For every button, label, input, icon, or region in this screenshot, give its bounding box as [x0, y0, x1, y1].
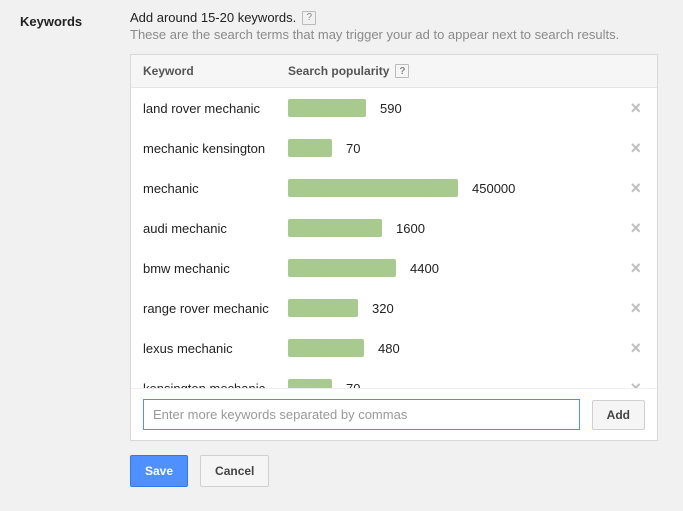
popularity-value: 4400: [410, 261, 439, 276]
remove-icon[interactable]: ×: [626, 219, 645, 237]
popularity-value: 1600: [396, 221, 425, 236]
table-row: kensington mechanic 70 ×: [131, 368, 657, 388]
add-button[interactable]: Add: [592, 400, 645, 430]
keywords-list: land rover mechanic590×mechanic kensingt…: [131, 88, 657, 388]
table-row: mechanic 450000 ×: [131, 168, 657, 208]
keyword-term: mechanic: [143, 181, 288, 196]
keyword-term: audi mechanic: [143, 221, 288, 236]
help-icon[interactable]: ?: [395, 64, 409, 78]
remove-icon[interactable]: ×: [626, 139, 645, 157]
header-keyword: Keyword: [143, 64, 288, 78]
header-popularity: Search popularity: [288, 64, 389, 78]
keyword-term: range rover mechanic: [143, 301, 288, 316]
popularity-cell: 1600: [288, 219, 626, 237]
popularity-bar: [288, 179, 458, 197]
popularity-cell: 480: [288, 339, 626, 357]
instruction-text: Add around 15-20 keywords.: [130, 10, 296, 25]
table-row: bmw mechanic 4400 ×: [131, 248, 657, 288]
popularity-value: 480: [378, 341, 400, 356]
remove-icon[interactable]: ×: [626, 339, 645, 357]
remove-icon[interactable]: ×: [626, 299, 645, 317]
keyword-term: bmw mechanic: [143, 261, 288, 276]
remove-icon[interactable]: ×: [626, 379, 645, 388]
popularity-value: 590: [380, 101, 402, 116]
keyword-term: mechanic kensington: [143, 141, 288, 156]
cancel-button[interactable]: Cancel: [200, 455, 269, 487]
popularity-value: 450000: [472, 181, 515, 196]
remove-icon[interactable]: ×: [626, 99, 645, 117]
keyword-term: lexus mechanic: [143, 341, 288, 356]
keyword-term: land rover mechanic: [143, 101, 288, 116]
popularity-value: 70: [346, 141, 360, 156]
save-button[interactable]: Save: [130, 455, 188, 487]
table-row: land rover mechanic 590 ×: [131, 88, 657, 128]
section-label: Keywords: [20, 10, 130, 487]
popularity-cell: 320: [288, 299, 626, 317]
popularity-bar: [288, 379, 332, 388]
popularity-bar: [288, 339, 364, 357]
keywords-panel: Keyword Search popularity ? land rover m…: [130, 54, 658, 441]
remove-icon[interactable]: ×: [626, 259, 645, 277]
popularity-bar: [288, 259, 396, 277]
popularity-value: 70: [346, 381, 360, 389]
popularity-cell: 70: [288, 139, 626, 157]
table-row: lexus mechanic 480 ×: [131, 328, 657, 368]
table-row: range rover mechanic 320 ×: [131, 288, 657, 328]
popularity-cell: 450000: [288, 179, 626, 197]
popularity-cell: 590: [288, 99, 626, 117]
table-header: Keyword Search popularity ?: [131, 55, 657, 88]
remove-icon[interactable]: ×: [626, 179, 645, 197]
popularity-bar: [288, 139, 332, 157]
table-row: mechanic kensington 70 ×: [131, 128, 657, 168]
help-icon[interactable]: ?: [302, 11, 316, 25]
popularity-cell: 70: [288, 379, 626, 388]
popularity-bar: [288, 299, 358, 317]
popularity-bar: [288, 219, 382, 237]
keyword-input[interactable]: [143, 399, 580, 430]
popularity-cell: 4400: [288, 259, 626, 277]
sub-instruction: These are the search terms that may trig…: [130, 27, 663, 42]
popularity-bar: [288, 99, 366, 117]
popularity-value: 320: [372, 301, 394, 316]
table-row: audi mechanic 1600 ×: [131, 208, 657, 248]
keyword-term: kensington mechanic: [143, 381, 288, 389]
